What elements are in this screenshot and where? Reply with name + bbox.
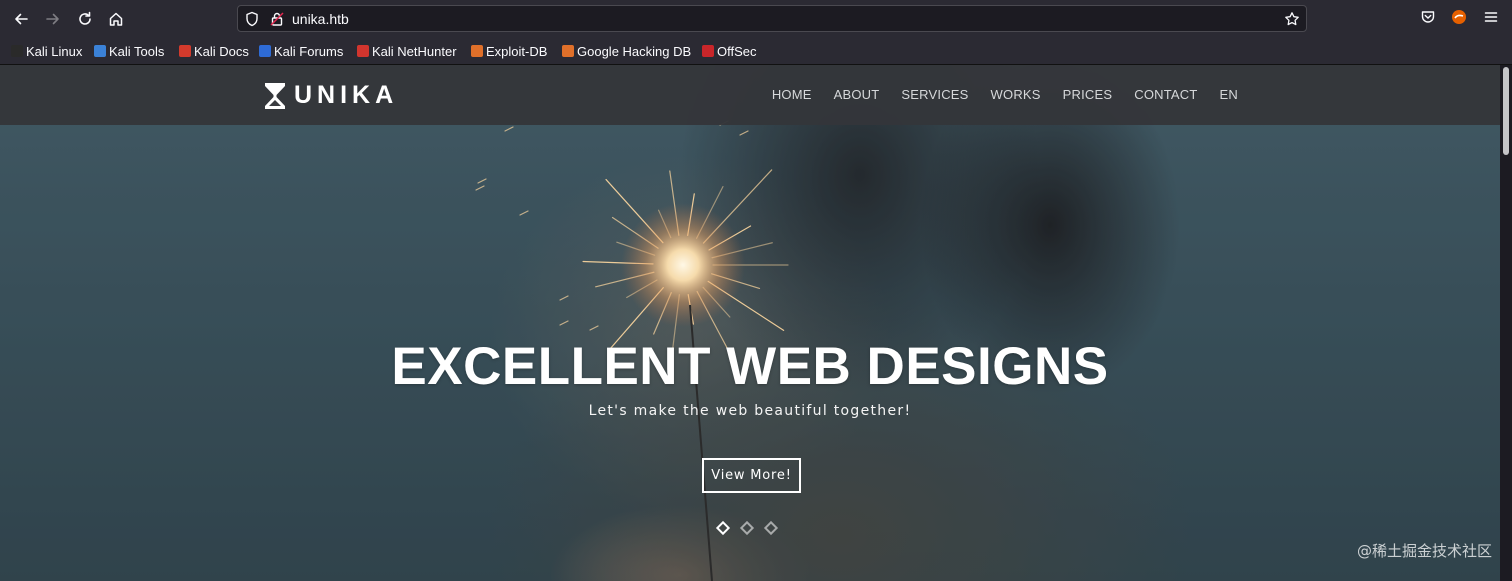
browser-toolbar: unika.htb bbox=[0, 0, 1512, 38]
hourglass-logo-icon bbox=[265, 82, 285, 109]
address-bar[interactable]: unika.htb bbox=[237, 5, 1307, 32]
slider-indicators bbox=[715, 520, 790, 536]
scrollbar-thumb[interactable] bbox=[1503, 67, 1509, 155]
kali-nethunter-icon bbox=[357, 45, 369, 57]
bookmark-label: Google Hacking DB bbox=[577, 43, 692, 59]
home-button[interactable] bbox=[106, 9, 126, 29]
firefox-account-icon bbox=[1452, 10, 1466, 24]
kali-docs-icon bbox=[179, 45, 191, 57]
nav-about[interactable]: ABOUT bbox=[834, 87, 880, 102]
ghdb-icon bbox=[562, 45, 574, 57]
bookmark-kali-docs[interactable]: Kali Docs bbox=[179, 42, 249, 60]
spark-ray bbox=[739, 130, 749, 136]
nav-works[interactable]: WORKS bbox=[991, 87, 1041, 102]
slide-indicator-1[interactable] bbox=[715, 520, 731, 536]
offsec-icon bbox=[702, 45, 714, 57]
exploit-db-icon bbox=[471, 45, 483, 57]
slide-indicator-3[interactable] bbox=[763, 520, 779, 536]
reload-button[interactable] bbox=[75, 9, 95, 29]
bookmark-google-hacking-db[interactable]: Google Hacking DB bbox=[562, 42, 691, 60]
bookmark-label: Kali Tools bbox=[109, 43, 165, 59]
home-icon bbox=[109, 12, 123, 26]
bookmark-offsec[interactable]: OffSec bbox=[702, 42, 757, 60]
bookmark-kali-forums[interactable]: Kali Forums bbox=[259, 42, 343, 60]
spark-ray bbox=[589, 325, 599, 331]
spark-ray bbox=[477, 178, 487, 184]
app-menu-button[interactable] bbox=[1483, 9, 1499, 29]
bookmark-label: Kali Forums bbox=[274, 43, 344, 59]
bookmarks-toolbar: Kali Linux Kali Tools Kali Docs Kali For… bbox=[0, 38, 1512, 65]
nav-prices[interactable]: PRICES bbox=[1063, 87, 1113, 102]
kali-forums-icon bbox=[259, 45, 271, 57]
kali-dragon-icon bbox=[11, 45, 23, 57]
arrow-left-icon bbox=[15, 13, 28, 25]
kali-tools-icon bbox=[94, 45, 106, 57]
bookmark-label: OffSec bbox=[717, 43, 757, 59]
hero-subheadline: Let's make the web beautiful together! bbox=[588, 403, 912, 419]
back-button[interactable] bbox=[11, 9, 31, 29]
nav-contact[interactable]: CONTACT bbox=[1134, 87, 1197, 102]
view-more-button[interactable]: View More! bbox=[702, 458, 801, 493]
main-menu: HOME ABOUT SERVICES WORKS PRICES CONTACT… bbox=[750, 87, 1238, 102]
sparkler-image bbox=[475, 120, 789, 581]
bookmark-exploit-db[interactable]: Exploit-DB bbox=[471, 42, 547, 60]
bookmark-label: Kali NetHunter bbox=[372, 43, 457, 59]
spark-ray bbox=[559, 320, 569, 326]
reload-icon bbox=[79, 11, 91, 25]
star-icon[interactable] bbox=[1284, 11, 1300, 27]
bookmark-label: Exploit-DB bbox=[486, 43, 548, 59]
slide-indicator-2[interactable] bbox=[739, 520, 755, 536]
logo-text: UNIKA bbox=[294, 81, 399, 109]
page-info-icon[interactable] bbox=[269, 11, 285, 27]
site-logo[interactable]: UNIKA bbox=[264, 81, 398, 110]
bookmark-kali-tools[interactable]: Kali Tools bbox=[94, 42, 164, 60]
bookmark-kali-nethunter[interactable]: Kali NetHunter bbox=[357, 42, 457, 60]
watermark: @稀土掘金技术社区 bbox=[1356, 542, 1492, 560]
hamburger-menu-icon bbox=[1484, 12, 1498, 22]
spark-ray bbox=[519, 210, 529, 216]
page-scrollbar[interactable] bbox=[1500, 65, 1512, 581]
pocket-icon bbox=[1421, 11, 1435, 23]
arrow-right-icon bbox=[46, 13, 59, 25]
forward-button[interactable] bbox=[43, 9, 63, 29]
site-navbar: UNIKA HOME ABOUT SERVICES WORKS PRICES C… bbox=[0, 65, 1500, 125]
spark-ray bbox=[475, 185, 485, 191]
extension-button[interactable] bbox=[1451, 9, 1467, 29]
bookmark-label: Kali Linux bbox=[26, 43, 83, 59]
pocket-button[interactable] bbox=[1420, 9, 1436, 29]
bookmark-label: Kali Docs bbox=[194, 43, 249, 59]
spark-ray bbox=[559, 295, 569, 301]
hero-headline: EXCELLENT WEB DESIGNS bbox=[391, 337, 1109, 396]
bookmark-kali-linux[interactable]: Kali Linux bbox=[11, 42, 82, 60]
nav-language[interactable]: EN bbox=[1220, 87, 1238, 102]
nav-home[interactable]: HOME bbox=[772, 87, 812, 102]
web-page: UNIKA HOME ABOUT SERVICES WORKS PRICES C… bbox=[0, 65, 1500, 581]
shield-icon[interactable] bbox=[244, 11, 260, 27]
nav-services[interactable]: SERVICES bbox=[901, 87, 968, 102]
url-text[interactable]: unika.htb bbox=[292, 11, 349, 27]
spark-ray bbox=[504, 126, 514, 132]
